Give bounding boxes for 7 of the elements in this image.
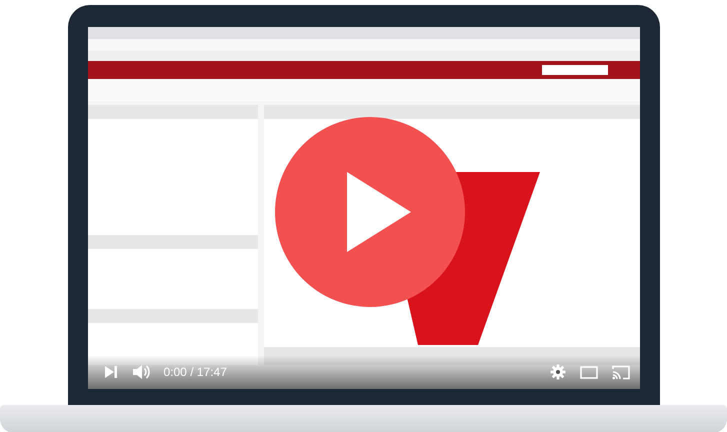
time-display: 0:00 / 17:47 (164, 365, 227, 379)
settings-icon[interactable] (550, 364, 566, 380)
skip-next-icon[interactable] (104, 365, 118, 379)
play-button[interactable] (274, 117, 464, 307)
cast-icon[interactable] (612, 364, 630, 380)
theater-mode-icon[interactable] (580, 366, 598, 378)
volume-icon[interactable] (132, 364, 150, 380)
